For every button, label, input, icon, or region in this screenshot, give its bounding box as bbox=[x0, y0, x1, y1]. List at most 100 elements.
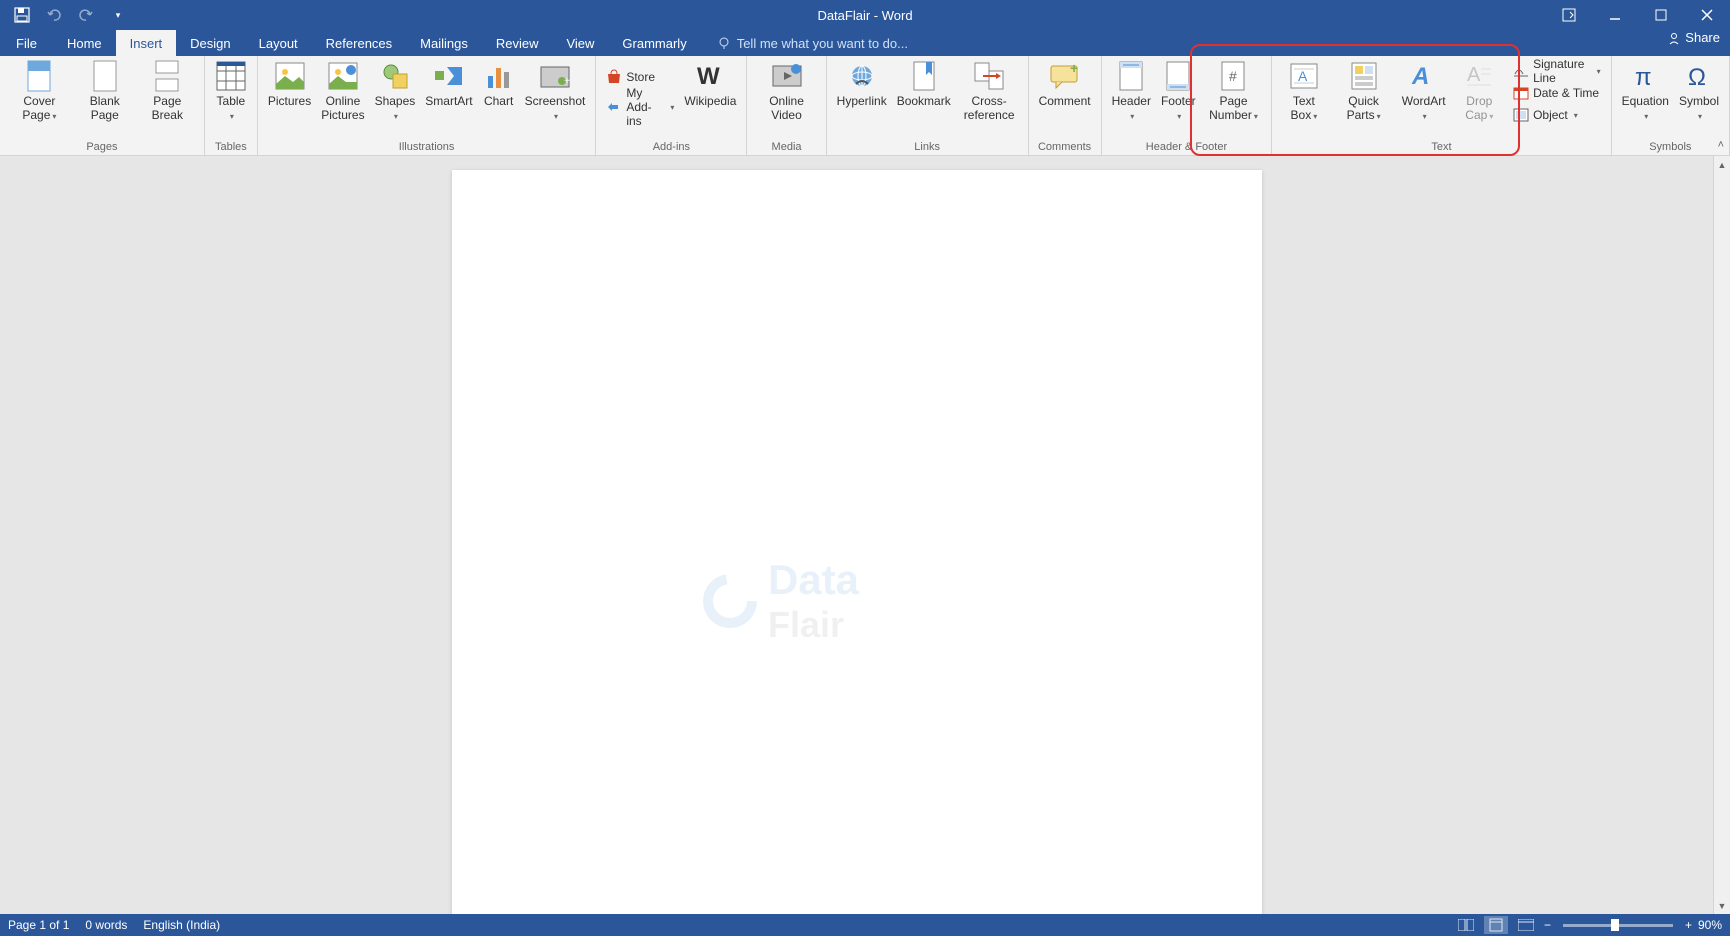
smartart-button[interactable]: SmartArt bbox=[421, 58, 476, 110]
table-button[interactable]: Table▾ bbox=[211, 58, 251, 126]
document-page[interactable] bbox=[452, 170, 1262, 914]
text-box-label: Text Box▾ bbox=[1282, 94, 1325, 124]
zoom-slider[interactable] bbox=[1563, 924, 1673, 927]
ribbon: Cover Page▾ Blank Page Page Break Pages … bbox=[0, 56, 1730, 156]
pictures-button[interactable]: Pictures bbox=[264, 58, 315, 110]
equation-button[interactable]: π Equation▾ bbox=[1618, 58, 1673, 126]
quick-parts-button[interactable]: Quick Parts▾ bbox=[1331, 58, 1395, 126]
wikipedia-icon: W bbox=[694, 60, 726, 92]
my-addins-button[interactable]: My Add-ins▾ bbox=[602, 96, 678, 118]
equation-icon: π bbox=[1629, 60, 1661, 92]
page-break-icon bbox=[151, 60, 183, 92]
online-video-icon bbox=[771, 60, 803, 92]
tab-grammarly[interactable]: Grammarly bbox=[608, 30, 700, 56]
collapse-ribbon-button[interactable]: ˄ bbox=[1718, 139, 1724, 151]
footer-button[interactable]: Footer▾ bbox=[1157, 58, 1200, 126]
tab-insert[interactable]: Insert bbox=[116, 30, 177, 56]
page-number-button[interactable]: # Page Number▾ bbox=[1202, 58, 1266, 126]
blank-page-button[interactable]: Blank Page bbox=[75, 58, 135, 124]
table-icon bbox=[215, 60, 247, 92]
header-button[interactable]: Header▾ bbox=[1108, 58, 1155, 126]
drop-cap-icon: A bbox=[1463, 60, 1495, 92]
wordart-icon: A bbox=[1408, 60, 1440, 92]
share-button[interactable]: Share bbox=[1667, 30, 1720, 45]
online-pictures-button[interactable]: Online Pictures bbox=[317, 58, 368, 124]
table-label: Table▾ bbox=[217, 94, 246, 124]
svg-text:A: A bbox=[1298, 68, 1308, 84]
tab-layout[interactable]: Layout bbox=[245, 30, 312, 56]
tab-design[interactable]: Design bbox=[176, 30, 244, 56]
watermark-line1: Data bbox=[768, 556, 859, 604]
zoom-out-button[interactable]: − bbox=[1544, 918, 1551, 932]
svg-text:W: W bbox=[697, 64, 720, 88]
store-button[interactable]: Store bbox=[602, 66, 678, 88]
tab-view[interactable]: View bbox=[552, 30, 608, 56]
web-layout-button[interactable] bbox=[1514, 916, 1538, 934]
scroll-up-button[interactable]: ▲ bbox=[1714, 156, 1730, 173]
chart-button[interactable]: Chart bbox=[479, 58, 519, 110]
date-time-button[interactable]: Date & Time bbox=[1509, 82, 1605, 104]
undo-button[interactable] bbox=[42, 3, 66, 27]
group-addins-label: Add-ins bbox=[653, 141, 690, 155]
bookmark-button[interactable]: Bookmark bbox=[893, 58, 955, 110]
screenshot-button[interactable]: + Screenshot▾ bbox=[521, 58, 590, 126]
status-page[interactable]: Page 1 of 1 bbox=[8, 918, 69, 932]
drop-cap-button[interactable]: A Drop Cap▾ bbox=[1452, 58, 1508, 126]
redo-button[interactable] bbox=[74, 3, 98, 27]
blank-page-icon bbox=[89, 60, 121, 92]
cover-page-button[interactable]: Cover Page▾ bbox=[6, 58, 73, 126]
wordart-label: WordArt▾ bbox=[1402, 94, 1446, 124]
svg-text:Ω: Ω bbox=[1688, 64, 1706, 89]
object-label: Object bbox=[1533, 108, 1568, 122]
signature-line-button[interactable]: Signature Line▾ bbox=[1509, 60, 1605, 82]
tab-mailings[interactable]: Mailings bbox=[406, 30, 482, 56]
tab-review[interactable]: Review bbox=[482, 30, 553, 56]
shapes-button[interactable]: Shapes▾ bbox=[371, 58, 420, 126]
wordart-button[interactable]: A WordArt▾ bbox=[1398, 58, 1450, 126]
zoom-slider-thumb[interactable] bbox=[1611, 919, 1619, 931]
maximize-button[interactable] bbox=[1638, 0, 1684, 30]
close-button[interactable] bbox=[1684, 0, 1730, 30]
text-box-button[interactable]: A Text Box▾ bbox=[1278, 58, 1329, 126]
online-pictures-icon bbox=[327, 60, 359, 92]
zoom-level[interactable]: 90% bbox=[1698, 918, 1722, 932]
print-layout-button[interactable] bbox=[1484, 916, 1508, 934]
tell-me-search[interactable]: Tell me what you want to do... bbox=[701, 30, 908, 56]
store-icon bbox=[606, 69, 622, 85]
group-pages: Cover Page▾ Blank Page Page Break Pages bbox=[0, 56, 205, 155]
status-language[interactable]: English (India) bbox=[143, 918, 220, 932]
page-number-label: Page Number▾ bbox=[1206, 94, 1262, 124]
ribbon-display-options-button[interactable] bbox=[1546, 0, 1592, 30]
read-mode-button[interactable] bbox=[1454, 916, 1478, 934]
tab-references[interactable]: References bbox=[312, 30, 406, 56]
cross-reference-button[interactable]: Cross-reference bbox=[957, 58, 1022, 124]
symbol-icon: Ω bbox=[1683, 60, 1715, 92]
zoom-in-button[interactable]: + bbox=[1685, 918, 1692, 932]
hyperlink-button[interactable]: Hyperlink bbox=[833, 58, 891, 110]
pictures-label: Pictures bbox=[268, 94, 311, 108]
scroll-down-button[interactable]: ▼ bbox=[1714, 897, 1730, 914]
quick-access-toolbar: ▾ bbox=[0, 3, 130, 27]
online-video-button[interactable]: Online Video bbox=[753, 58, 819, 124]
group-tables-label: Tables bbox=[215, 141, 247, 155]
cross-reference-label: Cross-reference bbox=[961, 94, 1018, 122]
wikipedia-button[interactable]: W Wikipedia bbox=[680, 58, 740, 110]
hyperlink-icon bbox=[846, 60, 878, 92]
tab-file[interactable]: File bbox=[0, 30, 53, 56]
blank-page-label: Blank Page bbox=[79, 94, 131, 122]
group-pages-label: Pages bbox=[86, 141, 117, 155]
status-words[interactable]: 0 words bbox=[85, 918, 127, 932]
comment-button[interactable]: + Comment bbox=[1035, 58, 1095, 110]
save-button[interactable] bbox=[10, 3, 34, 27]
scroll-track[interactable] bbox=[1714, 173, 1730, 897]
tab-home[interactable]: Home bbox=[53, 30, 116, 56]
qat-customize-button[interactable]: ▾ bbox=[106, 3, 130, 27]
share-label: Share bbox=[1685, 30, 1720, 45]
page-break-button[interactable]: Page Break bbox=[137, 58, 198, 124]
vertical-scrollbar[interactable]: ▲ ▼ bbox=[1713, 156, 1730, 914]
symbol-button[interactable]: Ω Symbol▾ bbox=[1675, 58, 1723, 126]
object-button[interactable]: Object▾ bbox=[1509, 104, 1605, 126]
watermark-line2: Flair bbox=[768, 604, 859, 646]
smartart-icon bbox=[433, 60, 465, 92]
minimize-button[interactable] bbox=[1592, 0, 1638, 30]
